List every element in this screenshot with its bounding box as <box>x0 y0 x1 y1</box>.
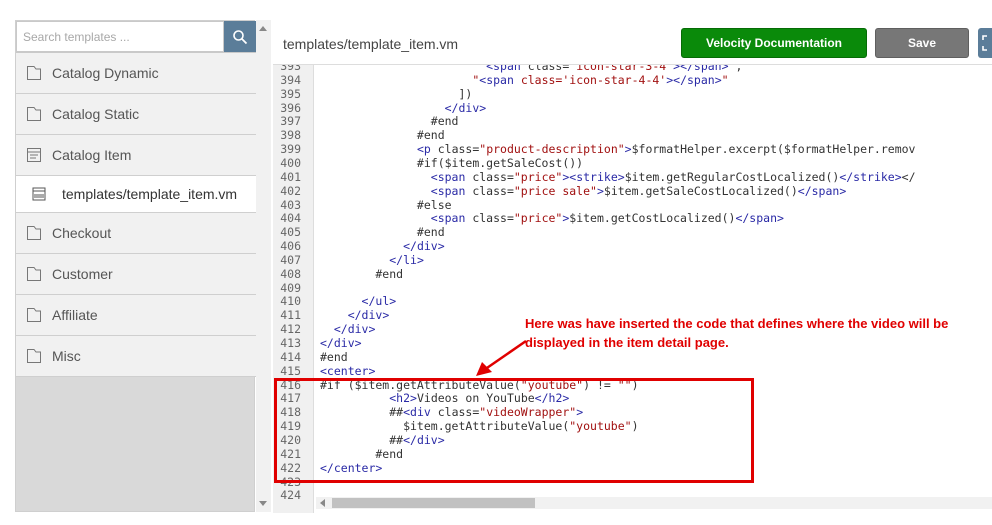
code-line[interactable]: <span class="price">$item.getCostLocaliz… <box>320 211 784 225</box>
code-line[interactable]: #if($item.getSaleCost()) <box>320 156 583 170</box>
template-nav-list: Catalog Dynamic Catalog Static Catalog I… <box>16 53 256 377</box>
line-number: 394 <box>280 72 301 87</box>
sidebar-scrollbar[interactable] <box>256 20 271 512</box>
nav-item-label: Catalog Dynamic <box>52 65 159 81</box>
fullscreen-button[interactable] <box>978 28 992 58</box>
nav-item-label: Checkout <box>52 225 112 241</box>
nav-item-checkout[interactable]: Checkout <box>16 213 256 254</box>
line-number: 395 <box>280 86 301 101</box>
line-number: 407 <box>280 252 301 267</box>
line-number: 399 <box>280 142 301 157</box>
highlight-box <box>274 378 754 483</box>
code-line[interactable]: ]) <box>320 87 472 101</box>
nav-item-label: Catalog Static <box>52 106 140 122</box>
line-number: 405 <box>280 225 301 240</box>
line-number: 403 <box>280 197 301 212</box>
nav-item-catalog-static[interactable]: Catalog Static <box>16 94 256 135</box>
search-bar <box>16 21 256 53</box>
code-line[interactable]: <span class='icon-star-3-4'></span>", <box>320 65 742 73</box>
code-line[interactable]: </div> <box>320 239 445 253</box>
template-sidebar: Catalog Dynamic Catalog Static Catalog I… <box>15 20 256 512</box>
scroll-up-arrow-icon[interactable] <box>259 26 267 31</box>
line-number: 414 <box>280 349 301 364</box>
line-number: 424 <box>280 488 301 503</box>
code-line[interactable]: </div> <box>320 101 487 115</box>
folder-icon <box>16 65 52 81</box>
nav-item-customer[interactable]: Customer <box>16 254 256 295</box>
nav-item-catalog-item[interactable]: Catalog Item <box>16 135 256 176</box>
scrollbar-thumb[interactable] <box>332 498 535 508</box>
line-number: 406 <box>280 239 301 254</box>
search-button[interactable] <box>224 21 256 52</box>
line-number: 404 <box>280 211 301 226</box>
folder-icon <box>16 225 52 241</box>
code-line[interactable]: #end <box>320 225 445 239</box>
search-input[interactable] <box>16 21 224 52</box>
code-line[interactable]: </ul> <box>320 294 397 308</box>
scroll-left-arrow-icon[interactable] <box>320 499 325 507</box>
save-button[interactable]: Save <box>875 28 969 58</box>
code-line[interactable]: #end <box>320 128 445 142</box>
code-line[interactable]: </div> <box>320 336 362 350</box>
nav-item-label: templates/template_item.vm <box>62 186 238 202</box>
annotation-arrow-icon <box>476 339 527 376</box>
folder-icon <box>16 348 52 364</box>
code-line[interactable]: </div> <box>320 322 376 336</box>
folder-icon <box>16 266 52 282</box>
nav-item-affiliate[interactable]: Affiliate <box>16 295 256 336</box>
folder-open-icon <box>16 147 52 163</box>
editor-horizontal-scrollbar[interactable] <box>316 497 992 509</box>
line-number: 409 <box>280 280 301 295</box>
code-line[interactable]: <center> <box>320 364 375 378</box>
search-icon <box>233 29 248 44</box>
annotation-text: Here was have inserted the code that def… <box>525 316 949 350</box>
code-line[interactable]: <p class="product-description">$formatHe… <box>320 142 916 156</box>
line-number: 401 <box>280 169 301 184</box>
folder-icon <box>16 307 52 323</box>
code-line[interactable]: <span class="price sale">$item.getSaleCo… <box>320 184 846 198</box>
nav-item-label: Misc <box>52 348 81 364</box>
nav-item-label: Affiliate <box>52 307 98 323</box>
line-number: 393 <box>280 64 301 73</box>
line-number: 415 <box>280 363 301 378</box>
line-number: 396 <box>280 100 301 115</box>
code-line[interactable]: #end <box>320 350 348 364</box>
code-line[interactable]: #else <box>320 198 452 212</box>
nav-item-catalog-dynamic[interactable]: Catalog Dynamic <box>16 53 256 94</box>
file-path-label: templates/template_item.vm <box>283 36 459 52</box>
code-line[interactable]: <span class="price"><strike>$item.getReg… <box>320 170 916 184</box>
fullscreen-icon <box>982 35 987 51</box>
line-number: 411 <box>280 308 301 323</box>
line-number: 413 <box>280 336 301 350</box>
folder-icon <box>16 106 52 122</box>
line-number: 397 <box>280 114 301 129</box>
code-line[interactable]: #end <box>320 267 403 281</box>
nav-item-label: Catalog Item <box>52 147 132 163</box>
line-number: 402 <box>280 183 301 198</box>
line-number: 410 <box>280 294 301 309</box>
line-number: 400 <box>280 155 301 170</box>
line-number: 398 <box>280 128 301 143</box>
nav-item-label: Customer <box>52 266 113 282</box>
code-line[interactable]: #end <box>320 114 459 128</box>
nav-item-misc[interactable]: Misc <box>16 336 256 377</box>
code-line[interactable]: "<span class='icon-star-4-4'></span>" <box>320 73 728 87</box>
line-number: 412 <box>280 322 301 337</box>
nav-item-template-file[interactable]: templates/template_item.vm <box>16 176 256 213</box>
scroll-down-arrow-icon[interactable] <box>259 501 267 506</box>
file-code-icon <box>16 186 62 202</box>
line-number: 408 <box>280 266 301 281</box>
velocity-documentation-button[interactable]: Velocity Documentation <box>681 28 867 58</box>
code-line[interactable]: </li> <box>320 253 424 267</box>
code-line[interactable]: </div> <box>320 308 390 322</box>
